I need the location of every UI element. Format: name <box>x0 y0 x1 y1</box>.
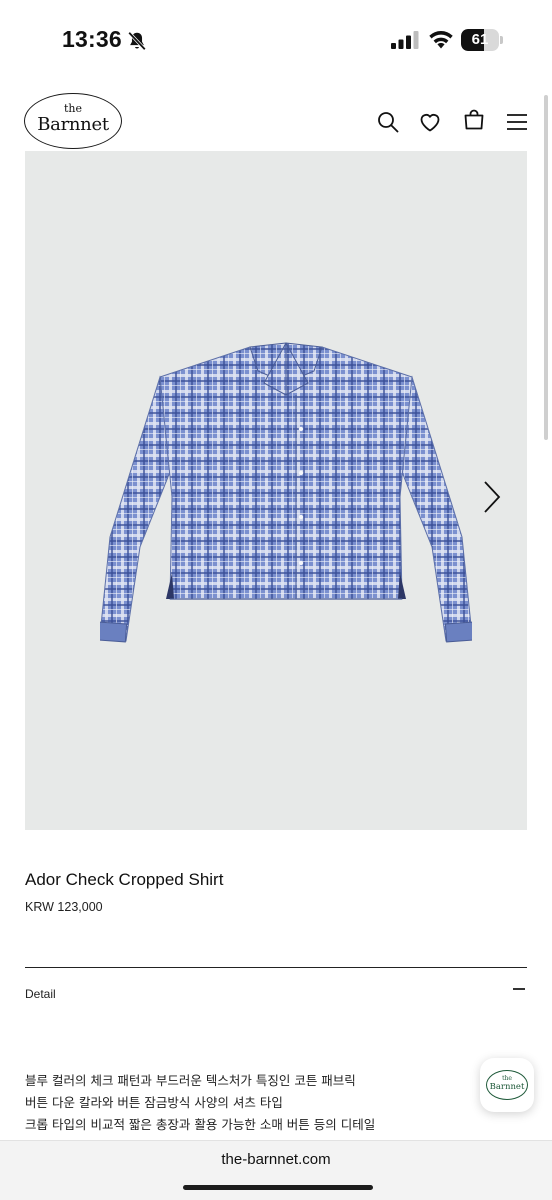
battery-body: 61 <box>461 29 499 51</box>
site-header: the Barnnet <box>0 88 552 152</box>
product-image[interactable] <box>25 151 527 830</box>
detail-label: Detail <box>25 987 56 1001</box>
hamburger-menu-icon[interactable] <box>505 110 529 134</box>
description-line: 블루 컬러의 체크 패턴과 부드러운 텍스처가 특징인 코튼 패브릭 <box>25 1073 356 1088</box>
battery-icon: 61 <box>461 29 503 51</box>
battery-tip <box>500 36 503 44</box>
scroll-indicator[interactable] <box>544 95 548 440</box>
battery-label: 61 <box>471 31 489 48</box>
cellular-signal-icon <box>391 31 419 49</box>
floating-logo-the: the <box>502 1075 512 1082</box>
chevron-right-icon[interactable] <box>480 479 504 515</box>
heart-icon[interactable] <box>418 110 442 134</box>
product-name: Ador Check Cropped Shirt <box>25 870 224 889</box>
search-icon[interactable] <box>376 110 400 134</box>
wifi-icon <box>429 31 453 49</box>
status-time: 13:36 <box>62 26 122 52</box>
browser-address-bar[interactable]: the-barnnet.com <box>0 1140 552 1200</box>
detail-accordion-header[interactable]: Detail <box>25 980 527 1010</box>
product-price: KRW 123,000 <box>25 900 103 914</box>
status-bar: 13:36 61 <box>0 0 552 80</box>
brand-logo[interactable]: the Barnnet <box>24 93 122 149</box>
product-description: 블루 컬러의 체크 패턴과 부드러운 텍스처가 특징인 코튼 패브릭 버튼 다운… <box>25 1070 465 1136</box>
floating-logo: the Barnnet <box>486 1070 528 1100</box>
home-indicator <box>183 1185 373 1190</box>
shopping-bag-icon[interactable] <box>462 108 486 132</box>
floating-chat-button[interactable]: the Barnnet <box>480 1058 534 1112</box>
divider <box>25 967 527 968</box>
minus-icon[interactable] <box>513 988 525 990</box>
minus-icon-line <box>513 988 525 990</box>
url-text[interactable]: the-barnnet.com <box>0 1151 552 1168</box>
bell-slash-icon <box>128 31 146 51</box>
description-line: 크롭 타입의 비교적 짧은 총장과 활용 가능한 소매 버튼 등의 디테일 <box>25 1117 376 1132</box>
logo-name-text: Barnnet <box>37 114 109 135</box>
description-line: 버튼 다운 칼라와 버튼 잠금방식 사양의 셔츠 타입 <box>25 1095 283 1110</box>
shirt-image <box>100 342 472 643</box>
floating-logo-name: Barnnet <box>489 1082 525 1092</box>
